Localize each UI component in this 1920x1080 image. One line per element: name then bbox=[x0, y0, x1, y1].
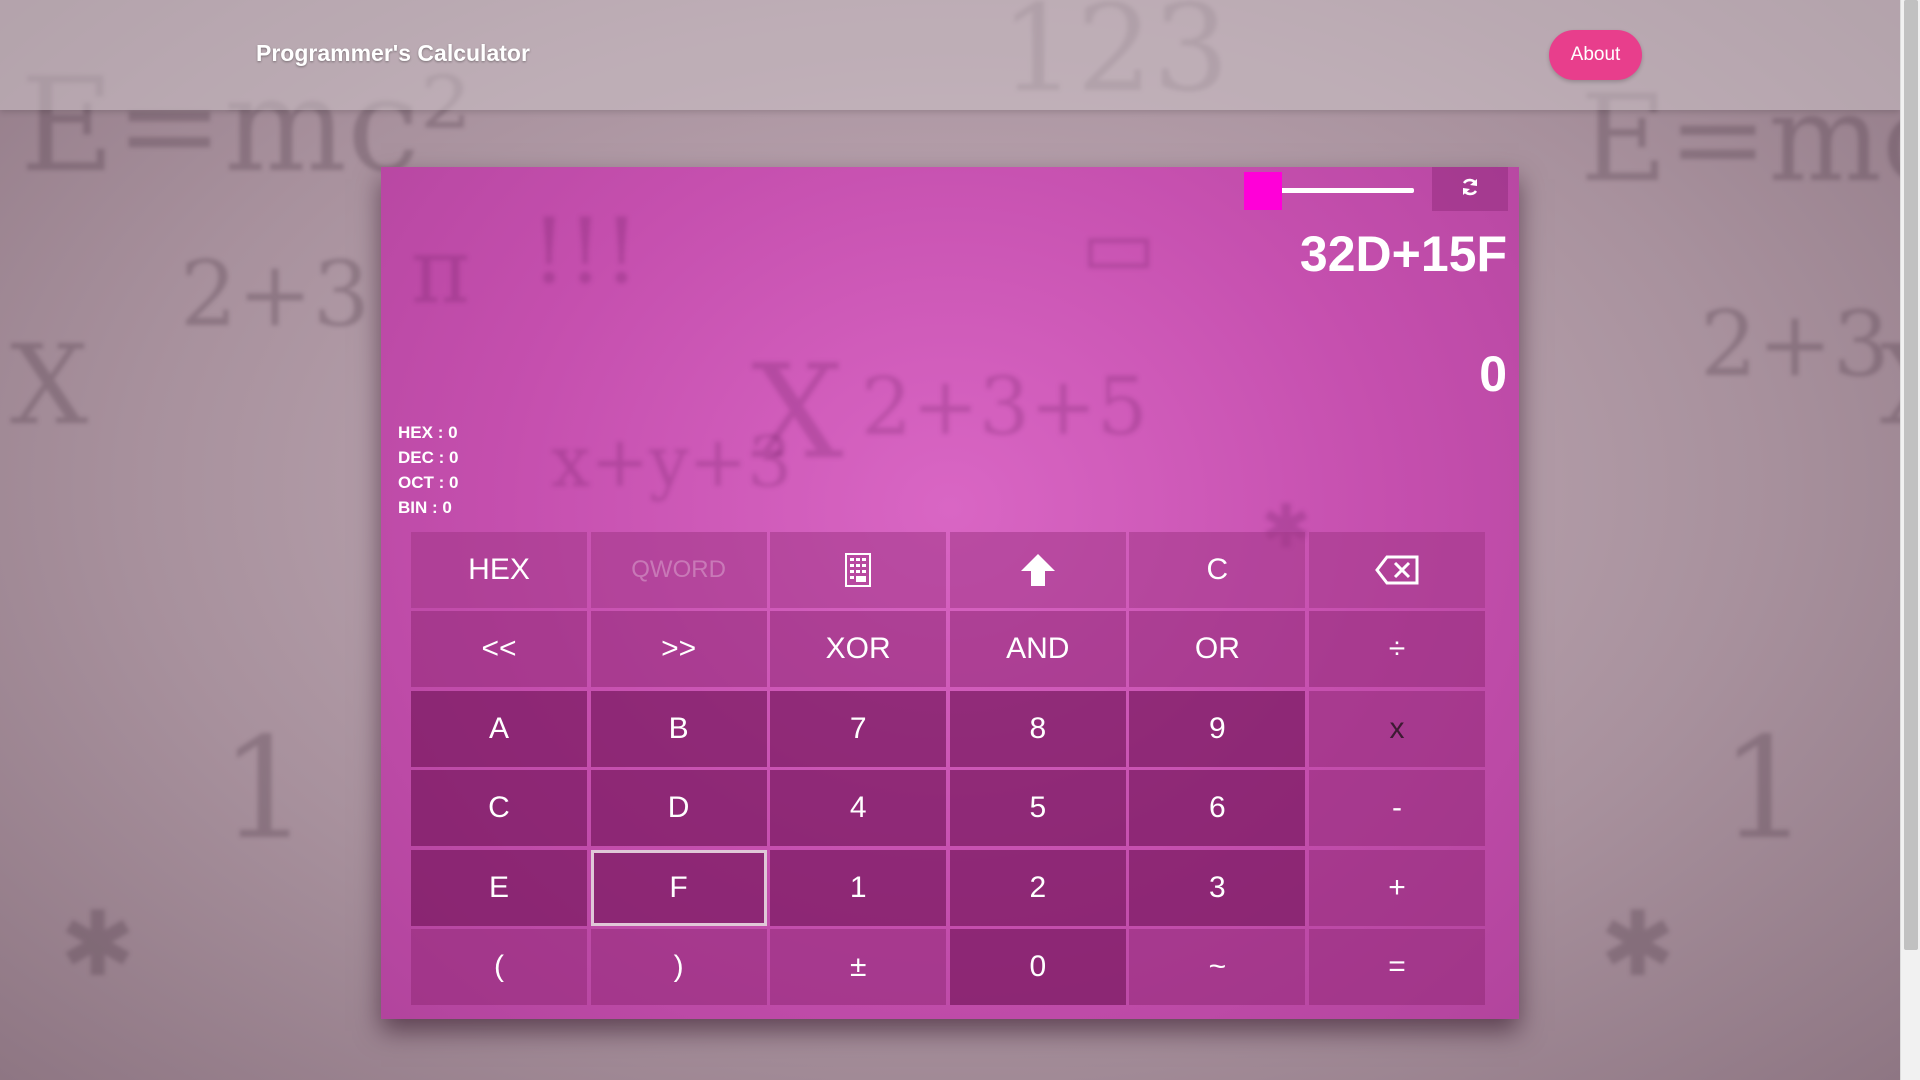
digit-b-button[interactable]: B bbox=[590, 690, 767, 767]
shift-left-button[interactable]: << bbox=[411, 611, 587, 688]
scrollbar-thumb[interactable] bbox=[1904, 0, 1918, 950]
calculator-keypad-icon bbox=[845, 553, 872, 587]
digit-0-button[interactable]: 0 bbox=[949, 928, 1126, 1005]
top-navbar: Programmer's Calculator About bbox=[0, 0, 1900, 110]
digit-d-button[interactable]: D bbox=[590, 770, 767, 847]
or-button[interactable]: OR bbox=[1129, 611, 1306, 688]
digit-1-button[interactable]: 1 bbox=[770, 849, 947, 926]
qword-button[interactable]: QWORD bbox=[590, 532, 767, 608]
digit-7-button[interactable]: 7 bbox=[770, 690, 947, 767]
digit-3-button[interactable]: 3 bbox=[1129, 849, 1306, 926]
base-conversions: HEX : 0 DEC : 0 OCT : 0 BIN : 0 bbox=[398, 420, 458, 520]
subtract-button[interactable]: - bbox=[1308, 770, 1485, 847]
digit-e-button[interactable]: E bbox=[411, 849, 587, 926]
arrow-up-icon bbox=[1020, 553, 1056, 587]
refresh-button[interactable] bbox=[1432, 167, 1508, 211]
xor-button[interactable]: XOR bbox=[770, 611, 947, 688]
hex-mode-button[interactable]: HEX bbox=[411, 532, 587, 608]
backspace-icon bbox=[1375, 555, 1419, 585]
digit-a-button[interactable]: A bbox=[411, 690, 587, 767]
oct-conversion: OCT : 0 bbox=[398, 473, 459, 492]
dec-conversion: DEC : 0 bbox=[398, 448, 459, 467]
hex-conversion: HEX : 0 bbox=[398, 423, 458, 442]
open-paren-button[interactable]: ( bbox=[411, 928, 587, 1005]
close-paren-button[interactable]: ) bbox=[590, 928, 767, 1005]
digit-5-button[interactable]: 5 bbox=[949, 770, 1126, 847]
about-button[interactable]: About bbox=[1549, 30, 1642, 80]
digit-c-button[interactable]: C bbox=[411, 770, 587, 847]
add-button[interactable]: + bbox=[1308, 849, 1485, 926]
keypad-toggle-button[interactable] bbox=[770, 532, 947, 608]
negate-button[interactable]: ± bbox=[770, 928, 947, 1005]
multiply-button[interactable]: x bbox=[1308, 690, 1485, 767]
opacity-slider-thumb[interactable] bbox=[1244, 172, 1282, 210]
shift-button[interactable] bbox=[949, 532, 1126, 608]
digit-8-button[interactable]: 8 bbox=[949, 690, 1126, 767]
keypad: HEX QWORD C << >> XOR AND OR ÷ A B 7 8 9… bbox=[411, 532, 1485, 1005]
digit-9-button[interactable]: 9 bbox=[1129, 690, 1306, 767]
result-display: 0 bbox=[1479, 346, 1507, 402]
digit-6-button[interactable]: 6 bbox=[1129, 770, 1306, 847]
not-button[interactable]: ~ bbox=[1129, 928, 1306, 1005]
refresh-icon bbox=[1460, 177, 1480, 202]
page-scrollbar[interactable] bbox=[1900, 0, 1920, 1080]
digit-2-button[interactable]: 2 bbox=[949, 849, 1126, 926]
digit-f-button[interactable]: F bbox=[590, 849, 767, 926]
bin-conversion: BIN : 0 bbox=[398, 498, 452, 517]
equals-button[interactable]: = bbox=[1308, 928, 1485, 1005]
shift-right-button[interactable]: >> bbox=[590, 611, 767, 688]
expression-display: 32D+15F bbox=[1299, 226, 1507, 282]
clear-button[interactable]: C bbox=[1129, 532, 1306, 608]
calculator-panel: π !!! x+y+3 X 2+3+5 ▭ ✱ 32D+15F 0 HEX : … bbox=[381, 167, 1519, 1019]
app-title: Programmer's Calculator bbox=[256, 40, 530, 66]
digit-4-button[interactable]: 4 bbox=[770, 770, 947, 847]
and-button[interactable]: AND bbox=[949, 611, 1126, 688]
backspace-button[interactable] bbox=[1308, 532, 1485, 608]
divide-button[interactable]: ÷ bbox=[1308, 611, 1485, 688]
